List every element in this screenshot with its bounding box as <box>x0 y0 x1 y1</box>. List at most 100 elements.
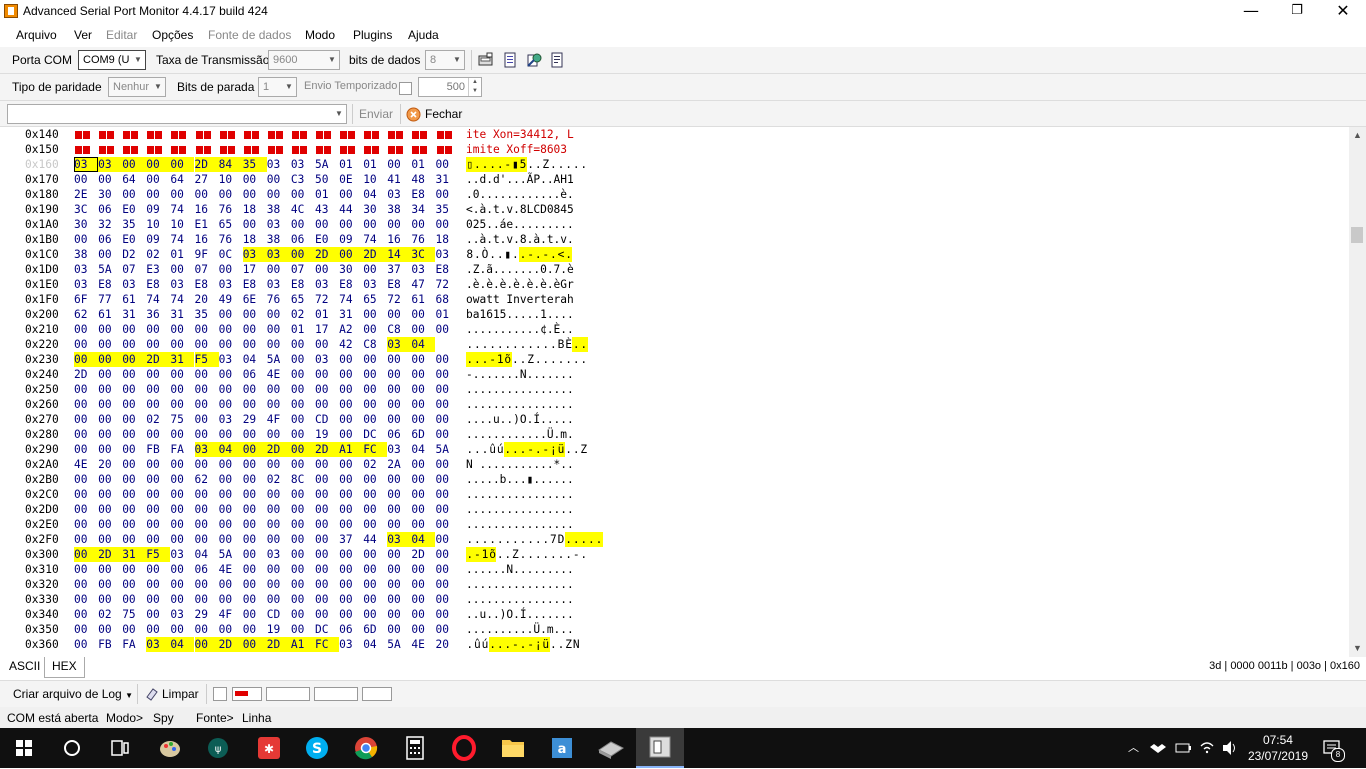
hex-byte[interactable]: 00 <box>74 607 98 622</box>
close-port-icon[interactable] <box>406 107 421 122</box>
hex-byte[interactable]: 00 <box>339 577 363 592</box>
chrome-icon[interactable] <box>342 728 390 768</box>
hex-byte[interactable]: 00 <box>194 637 219 652</box>
hex-byte[interactable]: 06 <box>243 367 267 382</box>
hex-byte[interactable]: D2 <box>122 247 146 262</box>
hex-byte[interactable]: 00 <box>170 472 194 487</box>
hex-byte[interactable]: 00 <box>170 457 194 472</box>
hex-byte[interactable]: 01 <box>291 322 315 337</box>
hex-byte[interactable]: 74 <box>146 292 170 307</box>
hex-byte[interactable]: 2D <box>194 157 219 172</box>
hex-byte[interactable]: 00 <box>74 352 98 367</box>
hex-byte[interactable]: 00 <box>122 352 147 367</box>
hex-byte[interactable]: 29 <box>243 412 267 427</box>
ascii-text[interactable]: N ...........*.. <box>466 457 574 472</box>
hex-byte[interactable]: 00 <box>195 382 219 397</box>
hex-byte[interactable]: 30 <box>363 202 387 217</box>
hex-byte[interactable]: 00 <box>170 427 194 442</box>
hex-byte[interactable]: 00 <box>291 352 315 367</box>
hex-byte[interactable]: 00 <box>291 367 315 382</box>
hex-byte[interactable]: 00 <box>219 532 243 547</box>
hex-byte[interactable]: 00 <box>363 322 387 337</box>
hex-byte[interactable]: 00 <box>436 502 460 517</box>
hex-byte[interactable]: 00 <box>291 502 315 517</box>
hex-byte[interactable]: 00 <box>267 427 291 442</box>
hex-byte[interactable]: 00 <box>74 442 98 457</box>
hex-byte[interactable]: 00 <box>243 562 267 577</box>
hex-byte[interactable]: 00 <box>195 367 219 382</box>
hex-byte[interactable]: A1 <box>339 442 364 457</box>
ascii-text[interactable]: ................ <box>466 577 574 592</box>
hex-byte[interactable]: 35 <box>242 157 267 172</box>
color-box-5[interactable] <box>362 687 392 701</box>
data-bits-select[interactable]: 8 ▼ <box>425 50 465 70</box>
hex-byte[interactable]: 38 <box>74 247 98 262</box>
hex-byte[interactable]: 04 <box>411 442 435 457</box>
hex-byte[interactable]: 5A <box>436 442 460 457</box>
hex-byte[interactable]: 03 <box>436 247 460 262</box>
hex-byte[interactable]: 18 <box>243 232 267 247</box>
ascii-text[interactable]: ............Ü.m. <box>466 427 574 442</box>
hex-byte[interactable]: 00 <box>146 472 170 487</box>
hex-byte[interactable]: 00 <box>122 487 146 502</box>
hex-byte[interactable]: 00 <box>363 517 387 532</box>
hex-byte[interactable]: 00 <box>170 517 194 532</box>
hex-byte[interactable]: FC <box>363 442 388 457</box>
hex-byte[interactable]: 00 <box>267 592 291 607</box>
hex-byte[interactable]: 2D <box>266 637 291 652</box>
tab-ascii[interactable]: ASCII <box>2 657 47 677</box>
hex-byte[interactable]: 30 <box>74 217 98 232</box>
hex-byte[interactable]: 00 <box>195 622 219 637</box>
hex-byte[interactable]: 43 <box>315 202 339 217</box>
hex-byte[interactable]: 00 <box>219 577 243 592</box>
hex-byte[interactable]: C3 <box>291 172 315 187</box>
hex-byte[interactable]: 04 <box>363 637 387 652</box>
hex-byte[interactable]: 03 <box>411 262 435 277</box>
hex-byte[interactable]: FA <box>122 637 146 652</box>
hex-byte[interactable]: 44 <box>363 532 387 547</box>
ascii-text[interactable]: ................ <box>466 487 574 502</box>
hex-byte[interactable]: 00 <box>315 562 339 577</box>
hex-byte[interactable]: 00 <box>411 472 435 487</box>
hex-byte[interactable]: 77 <box>98 292 122 307</box>
hex-byte[interactable]: 00 <box>74 487 98 502</box>
hex-byte[interactable]: 00 <box>387 607 411 622</box>
hex-byte[interactable]: 01 <box>170 247 194 262</box>
hex-byte[interactable]: 00 <box>219 472 243 487</box>
hex-byte[interactable]: 00 <box>315 472 339 487</box>
hex-byte[interactable]: 4F <box>219 607 243 622</box>
menu-fonte-de-dados[interactable]: Fonte de dados <box>208 28 291 42</box>
hex-byte[interactable]: 00 <box>291 607 315 622</box>
hex-byte[interactable]: 00 <box>219 382 243 397</box>
hex-byte[interactable]: 00 <box>98 517 122 532</box>
hex-byte[interactable]: 00 <box>122 187 146 202</box>
hex-byte[interactable]: 00 <box>74 427 98 442</box>
hex-byte[interactable]: 00 <box>411 322 435 337</box>
hex-byte[interactable]: CD <box>267 607 291 622</box>
hex-byte[interactable]: 00 <box>411 382 435 397</box>
hex-byte[interactable]: 4C <box>291 202 315 217</box>
ascii-text[interactable]: ......N......... <box>466 562 574 577</box>
hex-byte[interactable]: 00 <box>146 382 170 397</box>
hex-byte[interactable]: 00 <box>170 622 194 637</box>
hex-byte[interactable]: 00 <box>195 532 219 547</box>
hex-byte[interactable]: 00 <box>267 262 291 277</box>
ascii-text[interactable]: -.......N....... <box>466 367 574 382</box>
hex-byte[interactable]: 03 <box>219 277 243 292</box>
hex-byte[interactable]: 62 <box>195 472 219 487</box>
hex-byte[interactable]: FB <box>98 637 122 652</box>
hex-byte[interactable]: 6D <box>411 427 435 442</box>
hex-byte[interactable]: 38 <box>387 202 411 217</box>
hex-byte[interactable]: 00 <box>267 172 291 187</box>
hex-byte[interactable]: 00 <box>243 577 267 592</box>
hex-byte[interactable]: 03 <box>387 187 411 202</box>
hex-byte[interactable]: 47 <box>411 277 435 292</box>
hex-byte[interactable]: 00 <box>315 547 339 562</box>
hex-byte[interactable]: 00 <box>74 337 98 352</box>
ascii-text[interactable]: ................ <box>466 592 574 607</box>
hex-byte[interactable]: 00 <box>339 187 363 202</box>
network-device-icon[interactable] <box>587 728 635 768</box>
hex-byte[interactable]: 09 <box>146 232 170 247</box>
hex-byte[interactable]: 17 <box>243 262 267 277</box>
hex-byte[interactable]: 06 <box>195 562 219 577</box>
